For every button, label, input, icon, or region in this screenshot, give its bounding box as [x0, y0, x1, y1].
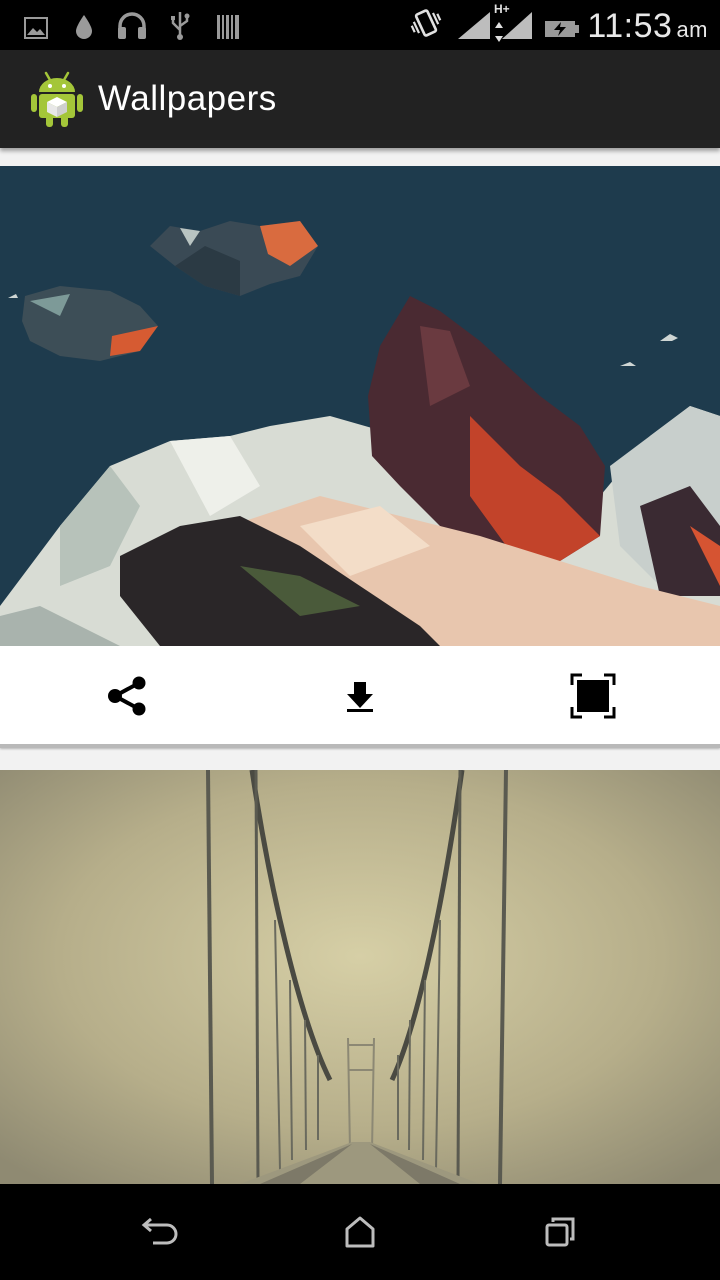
wallpaper-card	[0, 770, 720, 1184]
time-text: 11:53	[587, 7, 673, 45]
vibrate-icon	[410, 9, 442, 37]
wallpaper-actions	[0, 646, 720, 746]
status-time: 11:53 am	[587, 6, 708, 46]
wallpaper-image-bridge[interactable]	[0, 770, 720, 1184]
signal-icon	[458, 12, 490, 39]
gallery-icon	[24, 17, 48, 39]
wallpaper-card	[0, 166, 720, 746]
android-logo-icon[interactable]	[30, 70, 84, 128]
status-bar: H+ 11:53 am	[0, 0, 720, 50]
recents-icon	[545, 1217, 575, 1247]
share-icon	[108, 676, 146, 716]
navigation-bar	[0, 1184, 720, 1280]
ampm-text: am	[676, 17, 708, 42]
water-drop-icon	[76, 15, 92, 39]
signal-icon	[502, 12, 532, 39]
headphones-icon	[118, 12, 146, 39]
set-wallpaper-icon	[570, 673, 616, 719]
card-divider	[0, 744, 720, 748]
battery-charging-icon	[545, 21, 579, 37]
wallpaper-image-lowpoly[interactable]	[0, 166, 720, 646]
recents-button[interactable]	[440, 1184, 680, 1280]
download-button[interactable]	[240, 646, 480, 746]
share-button[interactable]	[7, 646, 247, 746]
back-icon	[141, 1217, 178, 1245]
home-icon	[345, 1216, 375, 1248]
usb-icon	[171, 12, 190, 40]
download-icon	[347, 682, 373, 712]
app-title: Wallpapers	[98, 79, 277, 118]
set-wallpaper-button[interactable]	[473, 646, 713, 746]
action-bar: Wallpapers	[0, 50, 720, 148]
barcode-icon	[217, 15, 239, 39]
